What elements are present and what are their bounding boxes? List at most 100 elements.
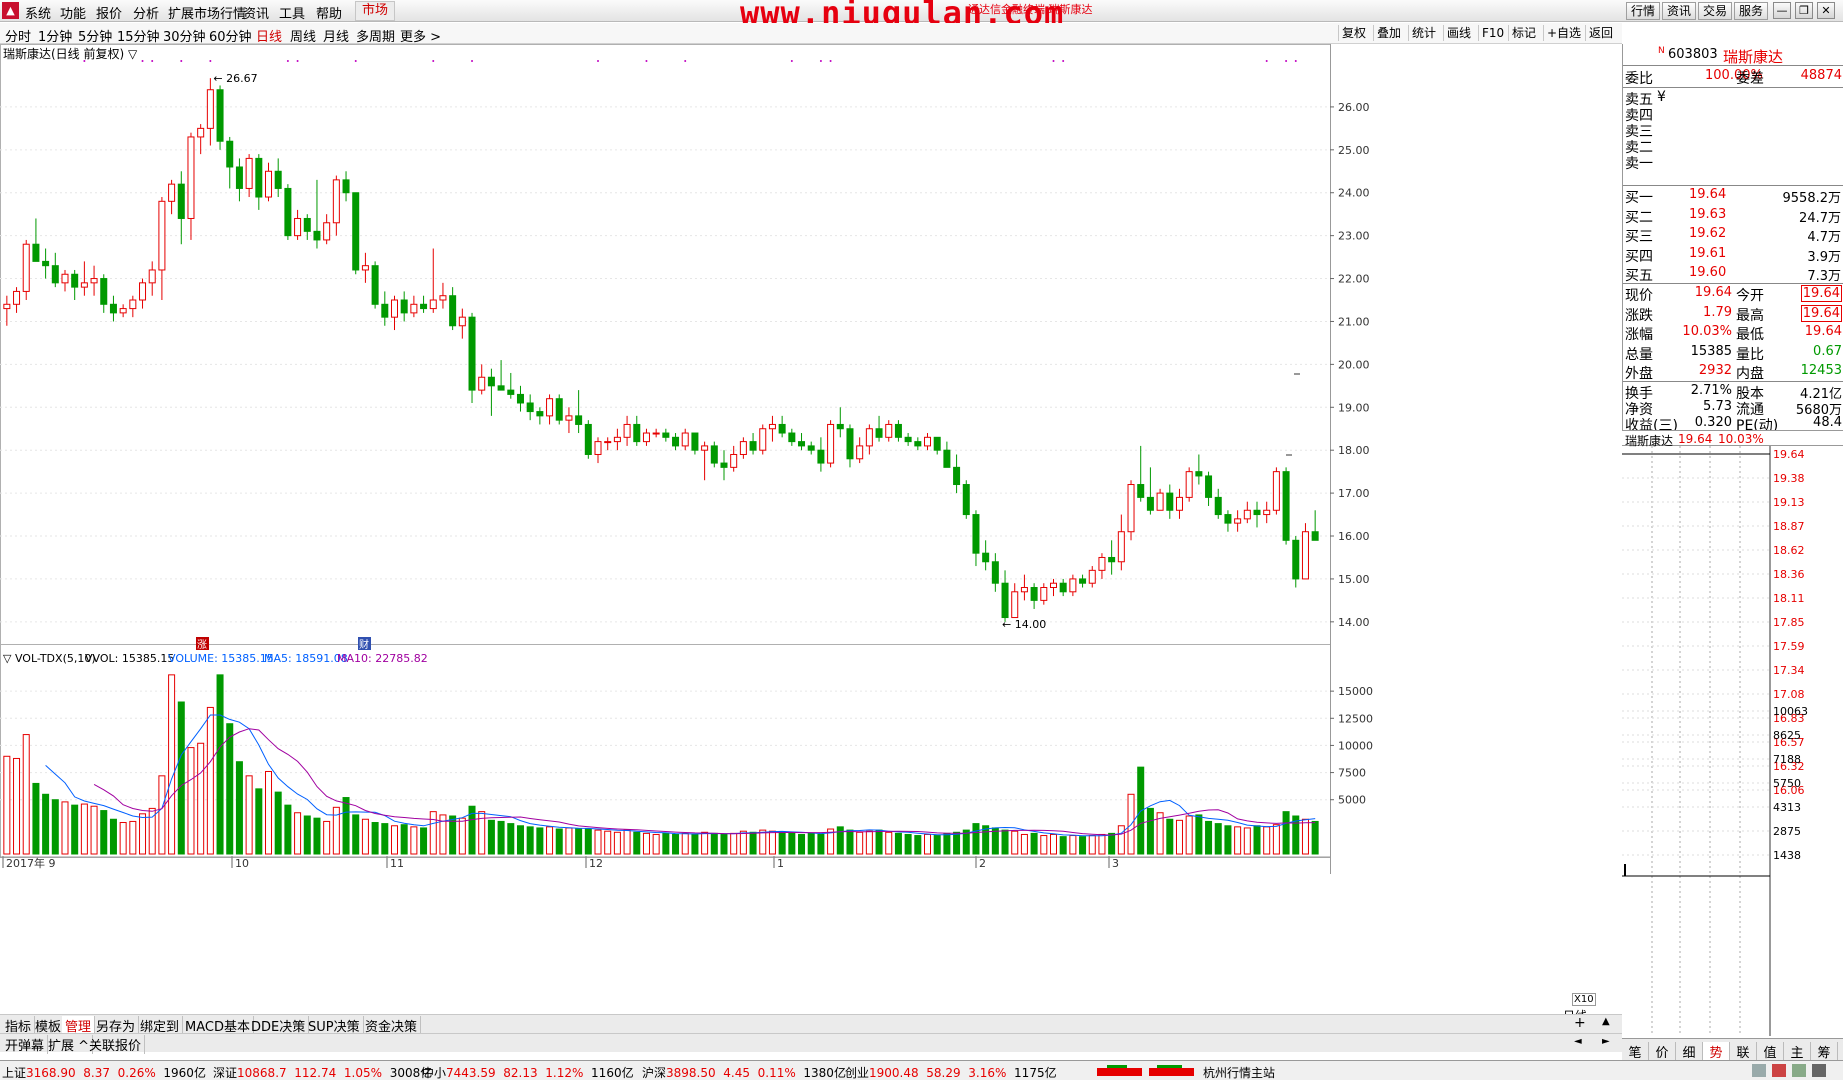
top-button-info[interactable]: 资讯 [1662,2,1697,20]
intraday-mini-chart[interactable]: 19.64 19.38 19.13 18.87 18.62 18.36 18.11 17.85… [1622,446,1843,1038]
candle-body [1011,591,1019,619]
close-icon[interactable]: ✕ [1817,2,1835,19]
tab-danmaku[interactable]: 开弹幕 [2,1035,49,1054]
top-button-trade[interactable]: 交易 [1698,2,1733,20]
kline-chart[interactable]: 26.00 25.00 24.00 23.00 22.00 21.00 20.00 19.00… [0,44,1622,1014]
index-quote[interactable]: 深证10868.7 112.74 1.05% 3008亿 [213,1064,432,1080]
toolbar-back[interactable]: 返回 [1585,25,1616,41]
zoom-badge[interactable]: X10 [1572,993,1596,1006]
toolbar-mark[interactable]: 标记 [1508,25,1539,41]
stat-label: 外盘 [1625,366,1653,382]
right-tab[interactable]: 值 [1757,1042,1784,1061]
period-weekly[interactable]: 周线 [290,26,316,45]
index-quote[interactable]: 沪深3898.50 4.45 0.11% 1380亿 [642,1064,846,1080]
tray-icon[interactable] [1792,1064,1806,1077]
price-tick-label: 21.00 [1338,315,1370,328]
collapse-icon[interactable]: ▲ [1602,1016,1610,1027]
menu-tools[interactable]: 工具 [279,3,305,22]
period-30min[interactable]: 30分钟 [163,26,206,45]
toolbar-add-watchlist[interactable]: +自选 [1543,25,1584,41]
restore-icon[interactable]: ❐ [1795,2,1813,19]
mini-price-tick: 17.85 [1773,616,1805,629]
sell-level-row[interactable]: 卖一 [1623,152,1843,172]
buy-level-row[interactable]: 买二 19.63 24.7万 [1623,206,1843,226]
right-tab[interactable]: 筹 [1811,1042,1838,1061]
minimize-icon[interactable]: — [1773,2,1791,19]
candle-body [352,192,360,271]
index-quote[interactable]: 上证3168.90 8.37 0.26% 1960亿 [2,1064,206,1080]
toolbar-stats[interactable]: 统计 [1408,25,1439,41]
server-name[interactable]: 杭州行情主站 [1203,1064,1275,1080]
x-axis-label: 10 [235,857,249,870]
tab-related-quote[interactable]: 关联报价 [86,1035,146,1054]
tray-icon[interactable] [1752,1064,1766,1077]
tray-icon[interactable] [1772,1064,1786,1077]
volume-bar [390,825,398,855]
menu-analysis[interactable]: 分析 [133,3,159,22]
period-1min[interactable]: 1分钟 [38,26,72,45]
volume-bar [51,799,59,855]
app-logo-icon[interactable]: ▲ [2,2,19,19]
scroll-right-icon[interactable]: ► [1602,1036,1610,1047]
right-tab[interactable]: 联 [1730,1042,1757,1061]
period-daily[interactable]: 日线 [256,26,282,45]
buy-level-row[interactable]: 买一 19.64 9558.2万 [1623,186,1843,206]
menu-function[interactable]: 功能 [60,3,86,22]
index-quote[interactable]: 创业1900.48 58.29 3.16% 1175亿 [845,1064,1057,1080]
toolbar-adjust[interactable]: 复权 [1338,25,1369,41]
buy-level-volume: 9558.2万 [1782,191,1842,206]
tray-icon[interactable] [1812,1064,1826,1077]
right-tab[interactable]: 笔 [1622,1042,1649,1061]
candle-body [584,423,592,455]
candle-body [1195,471,1203,477]
candle-body [1001,582,1009,619]
volume-bar [429,811,437,855]
right-tab[interactable]: 细 [1676,1042,1703,1061]
top-button-service[interactable]: 服务 [1734,2,1769,20]
x-axis-label: 2 [979,857,986,870]
menu-market[interactable]: 市场 [355,1,396,21]
candle-body [177,183,185,219]
signal-dot [1265,60,1268,62]
buy-level-row[interactable]: 买五 19.60 7.3万 [1623,264,1843,284]
toolbar-f10[interactable]: F10 [1478,25,1507,41]
stat-row: 涨幅 10.03% 最低 19.64 [1623,323,1843,343]
period-15min[interactable]: 15分钟 [117,26,160,45]
period-monthly[interactable]: 月线 [323,26,349,45]
candle-body [991,561,999,584]
period-60min[interactable]: 60分钟 [209,26,252,45]
signal-dot [286,60,289,62]
menu-info[interactable]: 资讯 [243,3,269,22]
stat-label: 涨幅 [1625,327,1653,343]
right-tab[interactable]: 价 [1649,1042,1676,1061]
period-multi[interactable]: 多周期 [356,26,395,45]
volume-bar [1253,825,1261,855]
add-icon[interactable]: + [1574,1015,1586,1031]
toolbar-overlay[interactable]: 叠加 [1373,25,1404,41]
buy-level-row[interactable]: 买四 19.61 3.9万 [1623,245,1843,265]
index-value: 3168.90 [26,1066,76,1080]
volume-bar [226,723,234,855]
x-axis-label: 11 [390,857,404,870]
right-tab[interactable]: 势 [1703,1042,1730,1061]
right-tab[interactable]: 主 [1784,1042,1811,1061]
volume-tick-label: 15000 [1338,685,1373,698]
menu-extended-market[interactable]: 扩展市场行情 [168,3,246,22]
finance-marker: 财 [359,638,369,651]
toolbar-draw[interactable]: 画线 [1443,25,1474,41]
period-5min[interactable]: 5分钟 [78,26,112,45]
volume-bar [235,761,243,855]
index-amount: 1160亿 [591,1066,634,1080]
candle-body [1137,484,1145,498]
period-more[interactable]: 更多 > [400,26,441,45]
volume-bar [710,832,718,855]
scroll-left-icon[interactable]: ◄ [1574,1036,1582,1047]
top-button-market[interactable]: 行情 [1626,2,1661,20]
menu-help[interactable]: 帮助 [316,3,342,22]
mini-price-tick: 18.36 [1773,568,1805,581]
buy-level-row[interactable]: 买三 19.62 4.7万 [1623,225,1843,245]
menu-quote[interactable]: 报价 [96,3,122,22]
index-quote[interactable]: 中小7443.59 82.13 1.12% 1160亿 [422,1064,634,1080]
menu-system[interactable]: 系统 [25,3,51,22]
period-timeshare[interactable]: 分时 [5,26,31,45]
